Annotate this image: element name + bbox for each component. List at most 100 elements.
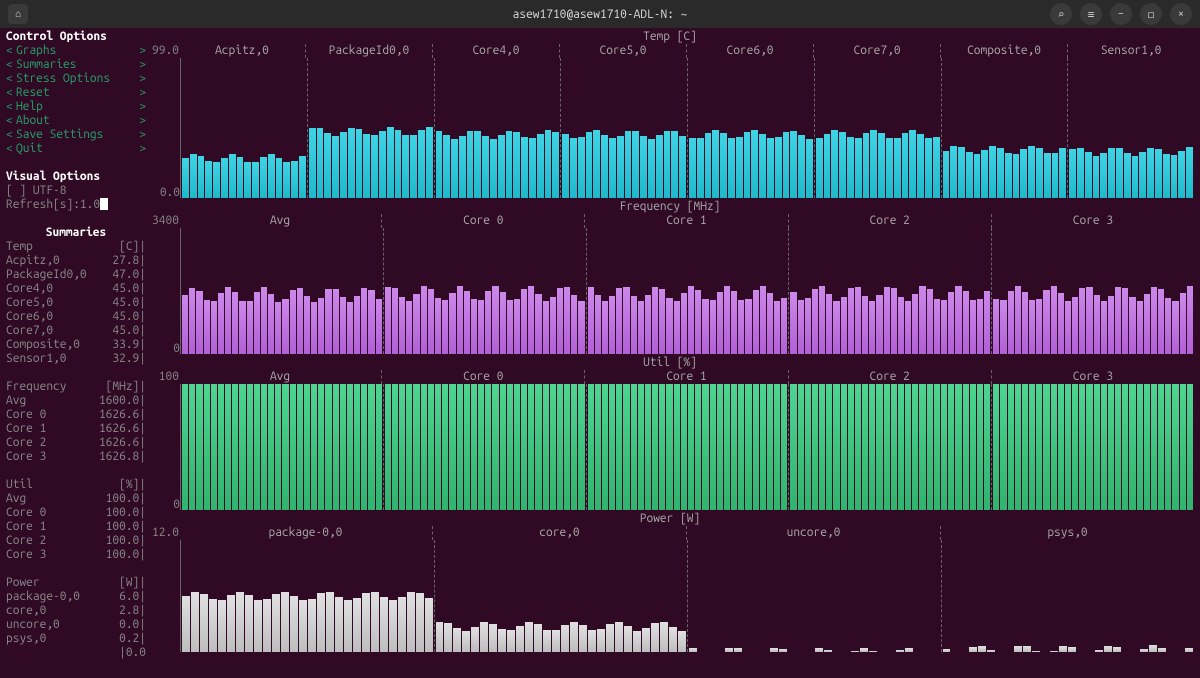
- history-bar: [317, 593, 325, 652]
- history-bar: [941, 300, 947, 354]
- chart-column-label: Avg: [179, 370, 381, 384]
- menu-item-stress-options[interactable]: <Stress Options>: [6, 72, 146, 86]
- history-bar: [385, 287, 391, 354]
- history-bar: [380, 597, 388, 652]
- history-bar: [1165, 298, 1171, 354]
- history-bar: [870, 130, 877, 198]
- history-bar: [516, 626, 524, 652]
- history-bar: [666, 384, 672, 510]
- history-bar: [1180, 293, 1186, 354]
- minimize-button[interactable]: –: [1110, 3, 1132, 25]
- history-bar: [969, 647, 977, 652]
- history-bar: [275, 302, 281, 354]
- history-bar: [819, 286, 825, 354]
- history-bar: [500, 384, 506, 510]
- history-bar: [263, 599, 271, 652]
- history-bar: [1052, 153, 1059, 198]
- power-row: core,02.8|: [6, 604, 146, 618]
- history-bar: [570, 622, 578, 652]
- history-bar: [347, 302, 353, 354]
- utf8-checkbox[interactable]: [ ] UTF-8: [6, 184, 146, 198]
- history-bar: [308, 599, 316, 652]
- menu-item-help[interactable]: <Help>: [6, 100, 146, 114]
- chart-column: [383, 384, 586, 510]
- menu-item-save-settings[interactable]: <Save Settings>: [6, 128, 146, 142]
- history-bar: [340, 297, 346, 354]
- history-bar: [826, 384, 832, 510]
- history-bar: [464, 291, 470, 354]
- history-bar: [652, 287, 658, 354]
- chart-column: [788, 384, 991, 510]
- util-ymax: 100: [146, 370, 179, 384]
- util-chart-title: Util [%]: [146, 356, 1194, 370]
- history-bar: [436, 622, 444, 652]
- history-bar: [506, 131, 513, 198]
- temp-row: Core4,045.0|: [6, 282, 146, 296]
- close-button[interactable]: ×: [1170, 3, 1192, 25]
- history-bar: [725, 648, 733, 652]
- history-bar: [1014, 646, 1022, 652]
- history-bar: [332, 136, 339, 198]
- history-bar: [413, 384, 419, 510]
- history-bar: [925, 138, 932, 198]
- menu-item-reset[interactable]: <Reset>: [6, 86, 146, 100]
- history-bar: [847, 137, 854, 198]
- history-bar: [347, 384, 353, 510]
- history-bar: [348, 128, 355, 198]
- history-bar: [189, 288, 195, 355]
- power-ymax: 12.0: [146, 526, 179, 540]
- history-bar: [702, 299, 708, 354]
- history-bar: [1065, 384, 1071, 510]
- history-bar: [824, 134, 831, 198]
- refresh-cursor[interactable]: [100, 198, 108, 210]
- history-bar: [521, 384, 527, 510]
- history-bar: [1101, 301, 1107, 354]
- search-button[interactable]: ⌕: [1050, 3, 1072, 25]
- history-bar: [753, 384, 759, 510]
- history-bar: [1050, 651, 1058, 652]
- history-bar: [1065, 301, 1071, 354]
- menu-item-about[interactable]: <About>: [6, 114, 146, 128]
- chart-column: [1067, 58, 1194, 198]
- refresh-input-row[interactable]: Refresh[s]:1.0: [6, 198, 146, 212]
- terminal[interactable]: Control Options <Graphs><Summaries><Stre…: [0, 28, 1200, 678]
- history-bar: [909, 130, 916, 198]
- history-bar: [815, 648, 823, 652]
- terminal-icon[interactable]: ⌂: [8, 4, 28, 24]
- history-bar: [666, 298, 672, 354]
- history-bar: [535, 294, 541, 354]
- menu-item-quit[interactable]: <Quit>: [6, 142, 146, 156]
- history-bar: [790, 384, 796, 510]
- history-bar: [485, 384, 491, 510]
- chart-column: [307, 58, 434, 198]
- history-bar: [633, 631, 641, 652]
- history-bar: [1032, 651, 1040, 652]
- history-bar: [640, 136, 647, 198]
- history-bar: [282, 384, 288, 510]
- history-bar: [987, 650, 995, 652]
- history-bar: [869, 301, 875, 354]
- chart-column-label: Core 1: [584, 214, 787, 228]
- chart-column-label: Core 0: [381, 214, 584, 228]
- history-bar: [543, 630, 551, 652]
- history-bar: [507, 630, 515, 652]
- history-bar: [196, 291, 202, 354]
- history-bar: [283, 162, 290, 198]
- menu-item-summaries[interactable]: <Summaries>: [6, 58, 146, 72]
- history-bar: [570, 138, 577, 198]
- temp-chart: Temp [C] 99.0 Acpitz,0PackageId0,0Core4,…: [146, 30, 1194, 200]
- menu-item-graphs[interactable]: <Graphs>: [6, 44, 146, 58]
- history-bar: [1013, 154, 1020, 198]
- history-bar: [1122, 288, 1128, 354]
- temp-row: Core7,045.0|: [6, 324, 146, 338]
- menu-button[interactable]: ≡: [1080, 3, 1102, 25]
- maximize-button[interactable]: ◻: [1140, 3, 1162, 25]
- history-bar: [387, 127, 394, 198]
- freq-row: Avg1600.0|: [6, 394, 146, 408]
- history-bar: [1072, 384, 1078, 510]
- history-bar: [356, 129, 363, 198]
- history-bar: [767, 293, 773, 354]
- history-bar: [529, 138, 536, 198]
- history-bar: [225, 287, 231, 354]
- history-bar: [1158, 648, 1166, 652]
